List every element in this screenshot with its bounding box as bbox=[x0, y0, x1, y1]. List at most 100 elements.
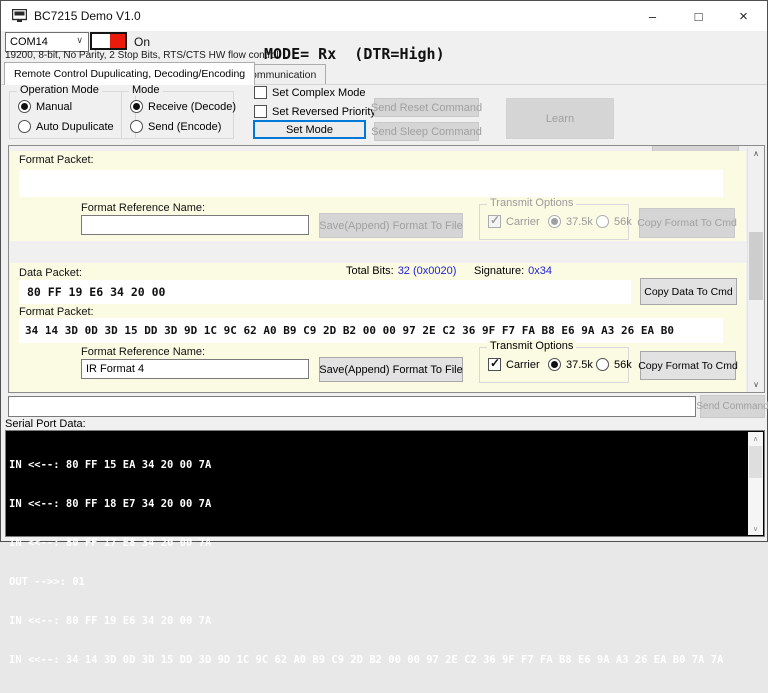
carrier-checkbox-icon[interactable] bbox=[488, 356, 501, 371]
serial-terminal[interactable]: IN <<--: 80 FF 15 EA 34 20 00 7A IN <<--… bbox=[5, 430, 765, 666]
checkbox-set-complex-mode-icon[interactable] bbox=[254, 86, 267, 99]
checkbox-set-reversed-priority-label: Set Reversed Priority bbox=[272, 105, 376, 118]
copy-format-to-cmd-button[interactable]: Copy Format To Cmd bbox=[638, 351, 738, 380]
carrier-checkbox[interactable]: Carrier bbox=[488, 356, 540, 371]
send-sleep-command-button[interactable]: Send Sleep Command bbox=[371, 122, 482, 141]
send-reset-command-button[interactable]: Send Reset Command bbox=[371, 98, 482, 117]
com-port-select[interactable]: COM14 ∨ bbox=[5, 32, 89, 52]
radio-37-5k[interactable]: 37.5k bbox=[548, 215, 593, 228]
mode-group-title: Mode bbox=[129, 84, 163, 96]
radio-manual-label: Manual bbox=[36, 100, 73, 113]
radio-receive-decode-label: Receive (Decode) bbox=[148, 100, 237, 113]
save-format-button[interactable]: Save(Append) Format To File bbox=[319, 213, 463, 238]
maximize-button[interactable]: □ bbox=[676, 1, 721, 31]
carrier-label: Carrier bbox=[506, 215, 540, 228]
terminal-line: IN <<--: 80 FF 18 E7 34 20 00 7A bbox=[9, 498, 212, 510]
close-button[interactable]: × bbox=[721, 1, 766, 31]
format-packet-label: Format Packet: bbox=[19, 306, 94, 318]
format-section-top: Format Packet: Format Reference Name: Sa… bbox=[10, 151, 746, 241]
terminal-line: IN <<--: 34 14 3D 0D 3D 15 DD 3D 9D 1C 9… bbox=[9, 654, 724, 666]
carrier-checkbox-icon[interactable] bbox=[488, 213, 501, 228]
format-packet-label: Format Packet: bbox=[19, 154, 94, 166]
copy-format-to-cmd-button[interactable]: Copy Format To Cmd bbox=[637, 208, 737, 238]
packet-scroll-panel: Format Packet: Format Reference Name: Sa… bbox=[8, 145, 765, 393]
radio-manual-icon[interactable] bbox=[18, 100, 31, 113]
total-bits-label: Total Bits: bbox=[346, 265, 394, 277]
checkbox-set-reversed-priority-icon[interactable] bbox=[254, 105, 267, 118]
scroll-up-icon[interactable]: ∧ bbox=[748, 432, 763, 445]
window-title: BC7215 Demo V1.0 bbox=[34, 9, 141, 23]
radio-auto-duplicate-label: Auto Dupulicate bbox=[36, 120, 114, 133]
format-packet-field[interactable]: 34 14 3D 0D 3D 15 DD 3D 9D 1C 9C 62 A0 B… bbox=[19, 318, 723, 343]
total-bits-value: 32 (0x0020) bbox=[397, 265, 457, 277]
command-input[interactable] bbox=[8, 396, 696, 417]
format-ref-name-label: Format Reference Name: bbox=[81, 346, 206, 358]
radio-receive-decode[interactable]: Receive (Decode) bbox=[130, 100, 236, 113]
terminal-scrollbar-thumb[interactable] bbox=[749, 446, 762, 478]
learn-button[interactable]: Learn bbox=[506, 98, 614, 139]
radio-37-5k-label: 37.5k bbox=[566, 215, 593, 228]
format-ref-name-input[interactable] bbox=[81, 215, 309, 235]
radio-56k-icon[interactable] bbox=[596, 215, 609, 228]
serial-port-data-label: Serial Port Data: bbox=[5, 418, 86, 430]
transmit-options-title: Transmit Options bbox=[487, 340, 577, 352]
mode-group: Mode Receive (Decode) Send (Encode) bbox=[121, 84, 236, 139]
signature-value: 0x34 bbox=[528, 265, 553, 277]
radio-send-encode[interactable]: Send (Encode) bbox=[130, 120, 221, 133]
radio-56k-icon[interactable] bbox=[596, 358, 609, 371]
operation-mode-group-title: Operation Mode bbox=[17, 84, 102, 96]
radio-37-5k-icon[interactable] bbox=[548, 215, 561, 228]
app-icon bbox=[12, 9, 27, 22]
radio-receive-decode-icon[interactable] bbox=[130, 100, 143, 113]
transmit-options-title: Transmit Options bbox=[487, 197, 577, 209]
checkbox-set-reversed-priority[interactable]: Set Reversed Priority bbox=[254, 105, 376, 118]
radio-manual[interactable]: Manual bbox=[18, 100, 72, 113]
data-packet-label: Data Packet: bbox=[19, 267, 82, 279]
chevron-down-icon: ∨ bbox=[76, 35, 83, 45]
toggle-knob bbox=[110, 34, 125, 48]
checkbox-set-complex-mode-label: Set Complex Mode bbox=[272, 86, 366, 99]
signature-label: Signature: bbox=[474, 265, 525, 277]
data-packet-field[interactable]: 80 FF 19 E6 34 20 00 bbox=[19, 280, 631, 304]
app-window: BC7215 Demo V1.0 – □ × COM14 ∨ On 19200,… bbox=[0, 0, 768, 666]
terminal-line: IN <<--: 80 FF 19 E6 34 20 00 7A bbox=[9, 615, 212, 627]
panel-scrollbar-thumb[interactable] bbox=[749, 232, 763, 300]
radio-auto-duplicate[interactable]: Auto Dupulicate bbox=[18, 120, 114, 133]
toggle-state-label: On bbox=[134, 35, 151, 49]
carrier-checkbox[interactable]: Carrier bbox=[488, 213, 540, 228]
scroll-down-icon[interactable]: ∨ bbox=[748, 377, 764, 392]
panel-scrollbar[interactable]: ∧ ∨ bbox=[747, 146, 764, 392]
port-on-off-toggle[interactable] bbox=[90, 32, 127, 50]
operation-mode-group: Operation Mode Manual Auto Dupulicate bbox=[9, 84, 136, 139]
set-mode-button[interactable]: Set Mode bbox=[253, 120, 366, 139]
send-command-button[interactable]: Send Command bbox=[696, 395, 768, 418]
scroll-up-icon[interactable]: ∧ bbox=[748, 146, 764, 161]
radio-auto-duplicate-icon[interactable] bbox=[18, 120, 31, 133]
transmit-options-group: Transmit Options Carrier 37.5k 56k bbox=[479, 197, 632, 240]
radio-56k[interactable]: 56k bbox=[596, 358, 632, 371]
copy-data-to-cmd-button[interactable]: Copy Data To Cmd bbox=[640, 278, 737, 305]
mode-status-text: MODE= Rx (DTR=High) bbox=[264, 45, 445, 63]
terminal-line: OUT -->>: 01 bbox=[9, 576, 85, 588]
radio-56k-label: 56k bbox=[614, 358, 632, 371]
scroll-down-icon[interactable]: ∨ bbox=[748, 522, 763, 535]
terminal-line: IN <<--: 80 FF 15 EA 34 20 00 7A bbox=[9, 459, 212, 471]
format-ref-name-label: Format Reference Name: bbox=[81, 202, 206, 214]
radio-send-encode-icon[interactable] bbox=[130, 120, 143, 133]
radio-37-5k[interactable]: 37.5k bbox=[548, 358, 593, 371]
serial-config-text: 19200, 8-bit, No Parity, 2 Stop Bits, RT… bbox=[5, 50, 279, 61]
save-format-button[interactable]: Save(Append) Format To File bbox=[319, 357, 463, 382]
total-bits: Total Bits: 32 (0x0020) bbox=[346, 265, 456, 277]
terminal-scrollbar[interactable]: ∧ ∨ bbox=[748, 432, 763, 535]
checkbox-set-complex-mode[interactable]: Set Complex Mode bbox=[254, 86, 366, 99]
minimize-button[interactable]: – bbox=[630, 1, 675, 31]
decoded-section: Data Packet: Total Bits: 32 (0x0020) Sig… bbox=[10, 263, 746, 392]
radio-56k[interactable]: 56k bbox=[596, 215, 632, 228]
terminal-lines: IN <<--: 80 FF 15 EA 34 20 00 7A IN <<--… bbox=[9, 433, 746, 693]
format-packet-field[interactable] bbox=[19, 170, 723, 197]
format-ref-name-input[interactable] bbox=[81, 359, 309, 379]
tab-remote-control[interactable]: Remote Control Dupulicating, Decoding/En… bbox=[4, 62, 256, 85]
radio-37-5k-icon[interactable] bbox=[548, 358, 561, 371]
terminal-line: IN <<--: 80 FF 17 E8 34 20 00 7A bbox=[9, 537, 212, 549]
radio-37-5k-label: 37.5k bbox=[566, 358, 593, 371]
